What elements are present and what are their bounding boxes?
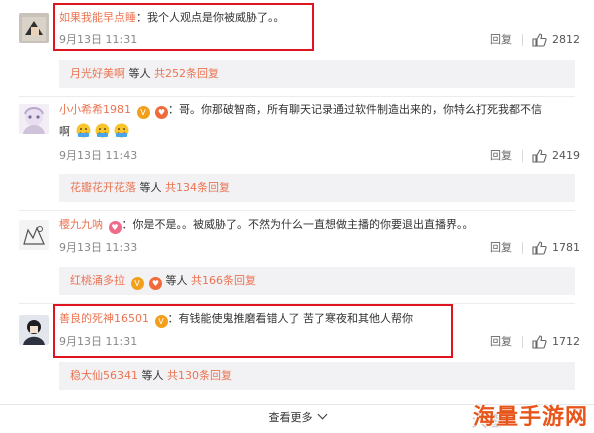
emoji-icon [76,123,90,138]
reply-user-link[interactable]: 月光好美啊 [70,67,125,80]
divider [19,210,575,211]
divider [522,242,523,254]
reply-count-link[interactable]: 共130条回复 [167,369,232,382]
emoji-icon [114,123,128,138]
reply-button[interactable]: 回复 [490,32,512,48]
reply-mid-text: 等人 [128,67,151,80]
like-count: 1781 [552,241,580,254]
reply-mid-text: 等人 [139,181,162,194]
like-count: 2419 [552,149,580,162]
username-link[interactable]: 小小希希1981 [59,103,131,116]
vip-badge-icon: V [136,106,150,119]
like-button[interactable]: 1712 [532,334,580,350]
balloon-icon: ♥ [155,106,168,119]
like-count: 2812 [552,33,580,46]
reply-count-link[interactable]: 共252条回复 [154,67,219,80]
username-link[interactable]: 樱九九呐 [59,218,103,231]
like-button[interactable]: 1781 [532,240,580,256]
reply-user-link[interactable]: 稳大仙56341 [70,369,138,382]
comment-text-line: 小小希希1981 V ♥ ：哥。你那破智商，所有聊天记录通过软件制造出来的，你特么… [59,103,542,119]
avatar[interactable] [19,13,49,43]
thumbs-up-icon [532,149,547,163]
balloon-icon: ♥ [149,277,162,290]
reply-button[interactable]: 回复 [490,148,512,164]
reply-button[interactable]: 回复 [490,334,512,350]
reply-mid-text: 等人 [165,274,188,287]
reply-summary[interactable]: 稳大仙56341 等人 共130条回复 [59,362,575,390]
reply-button[interactable]: 回复 [490,240,512,256]
comment-text-line: 樱九九呐 ♥ ：你是不是。。被威胁了。不然为什么一直想做主播的你要退出直播界。。 [59,218,474,234]
highlight-box [53,3,314,51]
comment-meta: 9月13日 11:33 回复 1781 [59,240,580,256]
timestamp: 9月13日 11:33 [59,241,138,254]
thumbs-up-icon [532,241,547,255]
reply-summary[interactable]: 红桃涌多拉 V ♥ 等人 共166条回复 [59,267,575,295]
divider [522,34,523,46]
like-count: 1712 [552,335,580,348]
reply-count-link[interactable]: 共134条回复 [165,181,230,194]
reply-user-link[interactable]: 花瓣花开花落 [70,181,136,194]
reply-summary[interactable]: 花瓣花开花落 等人 共134条回复 [59,174,575,202]
highlight-box [53,304,453,358]
avatar[interactable] [19,220,49,250]
divider [522,150,523,162]
see-more-label: 查看更多 [268,411,313,424]
like-button[interactable]: 2812 [532,32,580,48]
emoji-icon [95,123,109,138]
like-button[interactable]: 2419 [532,148,580,164]
comment-text: 你是不是。。被威胁了。不然为什么一直想做主播的你要退出直播界。。 [132,218,474,231]
vip-badge-icon: V [130,277,144,290]
chevron-down-icon [317,409,327,420]
watermark: 海量手游网 [472,405,588,430]
reply-count-link[interactable]: 共166条回复 [191,274,256,287]
comment-meta: 9月13日 11:43 回复 2419 [59,148,580,164]
comment-text-cont: 啊 [59,125,70,138]
thumbs-up-icon [532,33,547,47]
avatar[interactable] [19,315,49,345]
divider [19,96,575,97]
thumbs-up-icon [532,335,547,349]
reply-summary[interactable]: 月光好美啊 等人 共252条回复 [59,60,575,88]
avatar[interactable] [19,104,49,134]
timestamp: 9月13日 11:43 [59,149,138,162]
comment-text: 哥。你那破智商，所有聊天记录通过软件制造出来的，你特么打死我都不信 [179,103,542,116]
reply-mid-text: 等人 [141,369,164,382]
reply-user-link[interactable]: 红桃涌多拉 [70,274,125,287]
heart-badge-icon: ♥ [108,221,122,234]
divider [522,336,523,348]
comment-text-line-2: 啊 [59,122,580,142]
